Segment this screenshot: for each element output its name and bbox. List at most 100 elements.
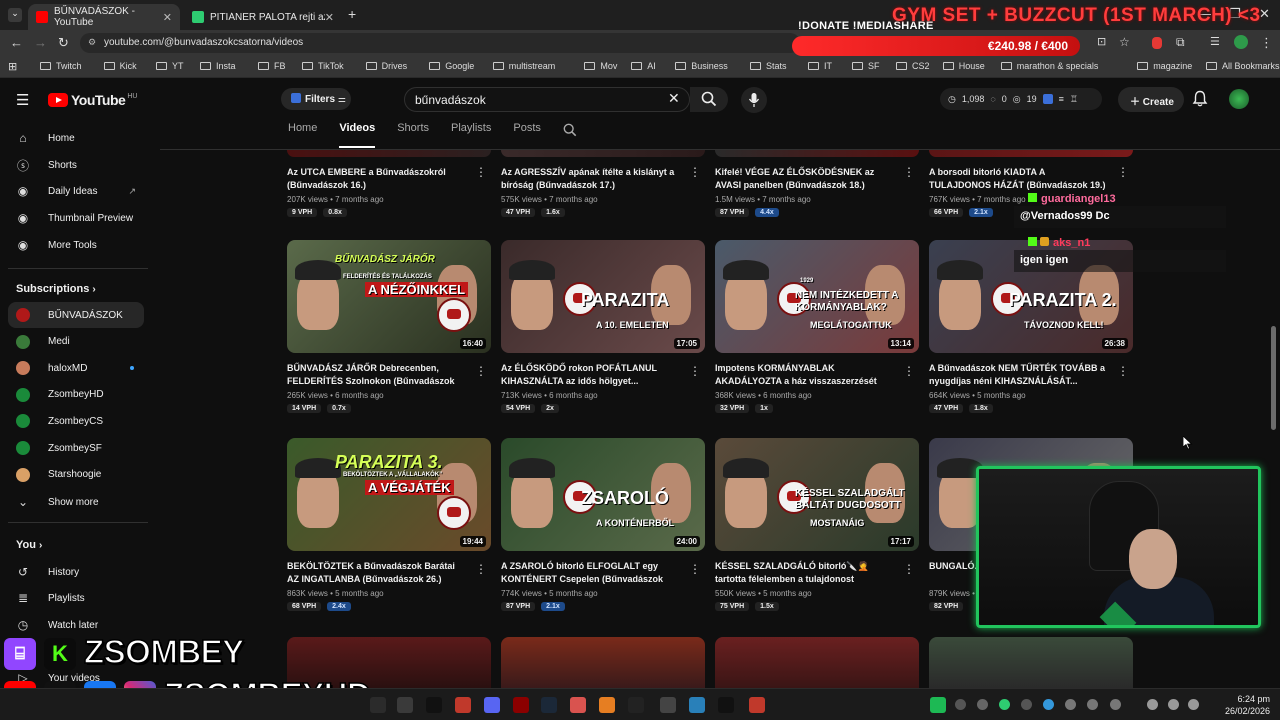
sidebar-item-playlists[interactable]: ≣ Playlists <box>8 585 144 611</box>
subscription-item[interactable]: haloxMD <box>8 355 144 381</box>
subscription-item[interactable]: Medi <box>8 329 144 355</box>
video-title[interactable]: Kifelé! VÉGE AZ ÉLŐSKÖDÉSNEK az AVASI pa… <box>715 166 895 192</box>
video-thumbnail-partial[interactable] <box>929 637 1133 688</box>
tray-icon[interactable] <box>1065 699 1076 710</box>
menu-icon[interactable]: ⋮ <box>1260 35 1273 51</box>
new-tab-icon[interactable]: + <box>348 6 356 22</box>
close-icon[interactable]: ✕ <box>325 11 334 24</box>
clear-search-icon[interactable]: ✕ <box>668 90 680 107</box>
bookmark-item[interactable]: Business <box>675 61 728 71</box>
mic-tray-icon[interactable] <box>1168 699 1179 710</box>
tab-home[interactable]: Home <box>288 122 317 148</box>
video-thumbnail-partial[interactable] <box>715 637 919 688</box>
close-icon[interactable]: ✕ <box>163 11 172 24</box>
browser-tab-pitianer[interactable]: PITIÁNER PALOTA rejti az árut 🎥 ✕ <box>184 4 342 30</box>
hamburger-icon[interactable]: ☰ <box>16 91 29 109</box>
apps-icon[interactable]: ⊞ <box>8 60 17 73</box>
more-options-icon[interactable]: ⋮ <box>689 562 701 576</box>
bookmark-item[interactable]: Twitch <box>40 61 82 71</box>
bookmark-item[interactable]: Mov <box>584 61 617 71</box>
bookmark-item[interactable]: FB <box>258 61 286 71</box>
more-options-icon[interactable]: ⋮ <box>903 364 915 378</box>
reload-icon[interactable]: ↻ <box>58 35 69 51</box>
video-title[interactable]: Az UTCA EMBERE a Bűnvadászokról (Bűnvadá… <box>287 166 467 192</box>
video-card[interactable]: NEM INTÉZKEDETT A KORMÁNYABLAK? 1929 MEGLÁ… <box>715 240 919 413</box>
subscription-item[interactable]: ZsombeyCS <box>8 408 144 434</box>
subscription-item[interactable]: ZsombeyHD <box>8 382 144 408</box>
video-title[interactable]: KÉSSEL SZALADGÁLÓ bitorló🔪🤦 tartotta fél… <box>715 560 895 586</box>
channel-search-icon[interactable] <box>563 123 577 137</box>
thumbnail-partial[interactable] <box>501 150 705 157</box>
bookmark-star-icon[interactable]: ☆ <box>1119 35 1130 49</box>
video-thumbnail[interactable]: NEM INTÉZKEDETT A KORMÁNYABLAK? 1929 MEGLÁ… <box>715 240 919 353</box>
sidebar-item-more-tools[interactable]: ◉ More Tools <box>8 232 144 258</box>
steam-icon[interactable] <box>541 697 557 713</box>
tab-shorts[interactable]: Shorts <box>397 122 429 148</box>
video-thumbnail[interactable]: BŰNVADÁSZ JÁRŐR FELDERÍTÉS ÉS TALÁLKOZÁS A… <box>287 240 491 353</box>
filters-button[interactable]: Filters ⚌ <box>281 88 351 110</box>
voice-search-button[interactable] <box>741 87 767 113</box>
more-options-icon[interactable]: ⋮ <box>475 562 487 576</box>
epic-icon[interactable] <box>718 697 734 713</box>
bookmark-item[interactable]: Insta <box>200 61 236 71</box>
bookmark-item[interactable]: IT <box>808 61 832 71</box>
subscription-item[interactable]: BŰNVADÁSZOK <box>8 302 144 328</box>
tab-search-icon[interactable]: ⌄ <box>8 8 22 22</box>
tab-playlists[interactable]: Playlists <box>451 122 491 148</box>
bookmark-item[interactable]: Stats <box>750 61 787 71</box>
more-options-icon[interactable]: ⋮ <box>903 165 915 179</box>
more-options-icon[interactable]: ⋮ <box>1117 165 1129 179</box>
thumbnail-partial[interactable] <box>929 150 1133 157</box>
tb-app-icon[interactable] <box>749 697 765 713</box>
url-field[interactable]: ⚙ youtube.com/@bunvadaszokcsatorna/video… <box>80 33 800 53</box>
profile-icon[interactable] <box>1234 35 1248 49</box>
video-title[interactable]: A ZSAROLÓ bitorló ELFOGLALT egy KONTÉNER… <box>501 560 681 586</box>
more-options-icon[interactable]: ⋮ <box>1117 364 1129 378</box>
tb-app-icon[interactable] <box>599 697 615 713</box>
video-card[interactable]: ZSAROLÓ A KONTÉNERBŐL 24:00 A ZSAROLÓ bitor… <box>501 438 705 611</box>
tb-app-icon[interactable] <box>689 697 705 713</box>
bookmark-item[interactable]: YT <box>156 61 184 71</box>
subscription-item[interactable]: Starshoogie <box>8 462 144 488</box>
more-options-icon[interactable]: ⋮ <box>475 364 487 378</box>
tiktok-taskbar-icon[interactable] <box>426 697 442 713</box>
video-card[interactable]: Kifelé! VÉGE AZ ÉLŐSKÖDÉSNEK az AVASI pa… <box>715 157 919 217</box>
bookmark-item[interactable]: House <box>942 61 985 71</box>
search-button[interactable] <box>690 87 728 112</box>
video-card[interactable]: PARAZITA 3. BEKÖLTÖZTEK A „VÁLLALAKÓK” A V… <box>287 438 491 611</box>
tray-icon[interactable] <box>1043 699 1054 710</box>
bookmark-item[interactable]: Kick <box>103 61 137 71</box>
youtube-logo[interactable]: YouTube HU <box>48 92 137 108</box>
site-info-icon[interactable]: ⚙ <box>88 37 96 48</box>
sidebar-show-more[interactable]: ⌄ Show more <box>8 489 144 515</box>
bookmark-item[interactable]: AI <box>631 61 656 71</box>
video-thumbnail-partial[interactable] <box>501 637 705 688</box>
tray-icon[interactable] <box>1021 699 1032 710</box>
bookmark-item[interactable]: Google <box>429 61 474 71</box>
more-options-icon[interactable]: ⋮ <box>689 364 701 378</box>
bookmark-item[interactable]: CS2 <box>896 61 930 71</box>
tb-app-icon[interactable] <box>628 697 644 713</box>
tb-app-icon[interactable] <box>397 697 413 713</box>
you-heading[interactable]: You › <box>16 539 42 551</box>
network-icon[interactable] <box>1147 699 1158 710</box>
bookmark-item[interactable]: SF <box>852 61 880 71</box>
tb-app-icon[interactable] <box>370 697 386 713</box>
bookmark-item[interactable]: marathon & specials <box>1000 61 1098 71</box>
tray-icon[interactable] <box>1087 699 1098 710</box>
thumbnail-partial[interactable] <box>287 150 491 157</box>
sidebar-item-shorts[interactable]: ⓢ Shorts <box>8 152 144 178</box>
bookmark-item[interactable]: multistream <box>492 61 555 71</box>
tray-icon[interactable] <box>1110 699 1121 710</box>
more-options-icon[interactable]: ⋮ <box>903 562 915 576</box>
video-title[interactable]: BŰNVADÁSZ JÁRŐR Debrecenben, FELDERÍTÉS … <box>287 362 467 388</box>
account-avatar[interactable] <box>1229 89 1249 109</box>
bookmark-item[interactable]: TikTok <box>302 61 344 71</box>
all-bookmarks[interactable]: All Bookmarks <box>1206 61 1280 71</box>
tab-posts[interactable]: Posts <box>513 122 541 148</box>
browser-tab-youtube[interactable]: BŰNVADÁSZOK - YouTube ✕ <box>28 4 180 30</box>
video-title[interactable]: Impotens KORMÁNYABLAK AKADÁLYOZTA a ház … <box>715 362 895 388</box>
video-title[interactable]: Az AGRESSZÍV apának ítélte a kislányt a … <box>501 166 681 192</box>
video-card[interactable]: KÉSSEL SZALADGÁLT BALTÁT DUGDOSOTT MOSTAN… <box>715 438 919 611</box>
subscriptions-heading[interactable]: Subscriptions › <box>16 283 96 295</box>
